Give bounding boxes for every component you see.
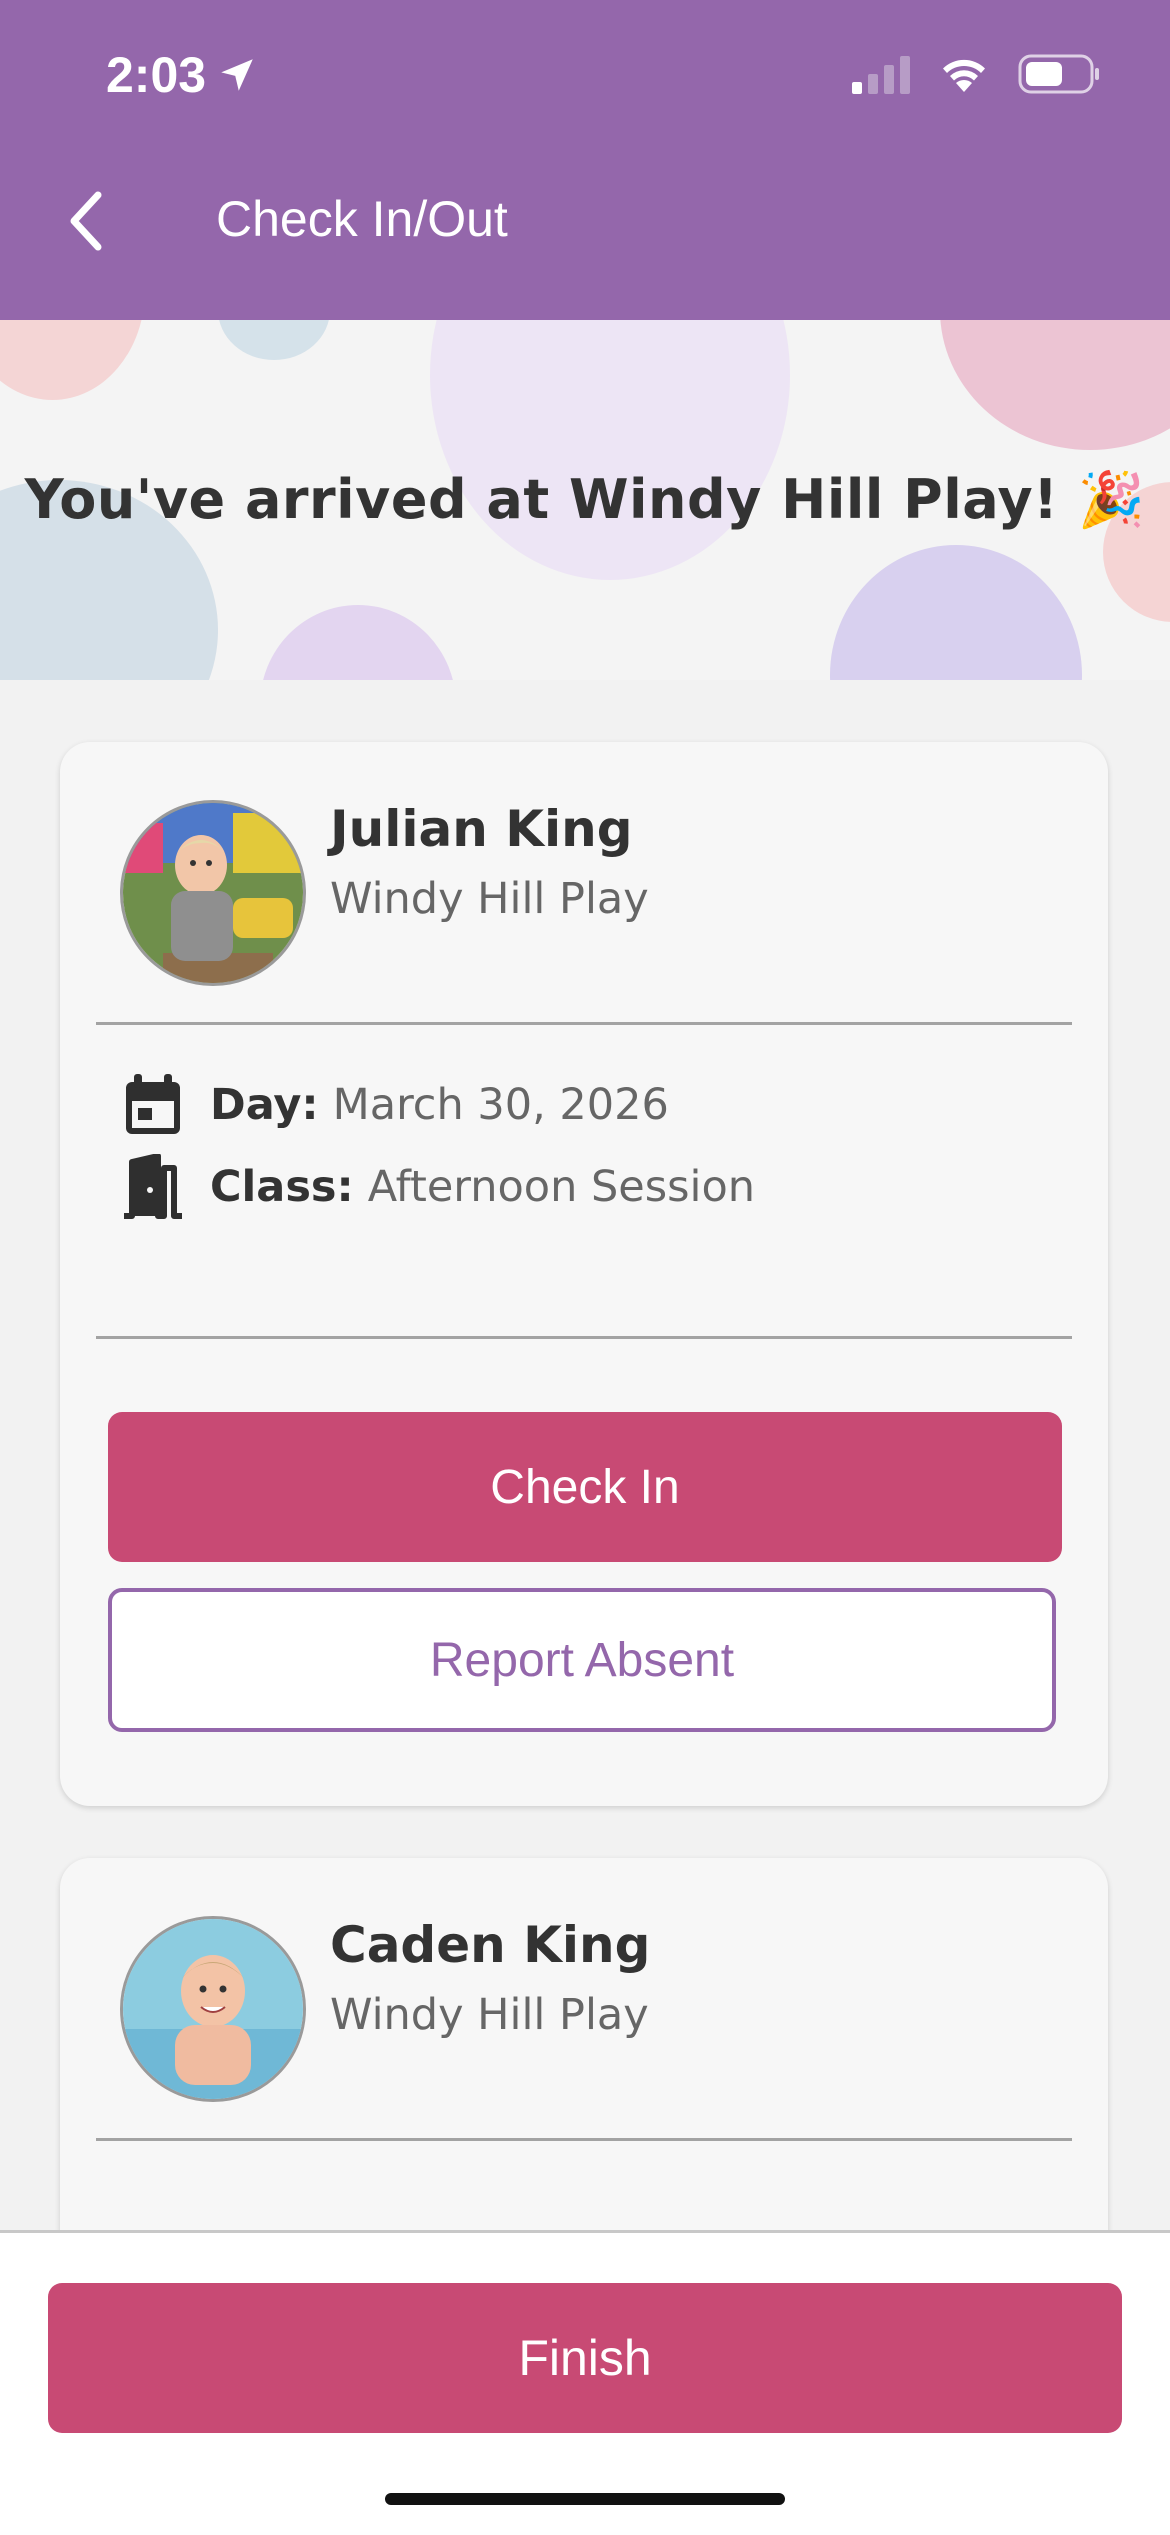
cellular-signal-icon [852, 56, 910, 94]
status-time: 2:03 [106, 46, 258, 104]
report-absent-button[interactable]: Report Absent [108, 1588, 1056, 1732]
arrival-banner: You've arrived at Windy Hill Play! 🎉 [0, 320, 1170, 680]
child-name: Julian King [330, 800, 633, 858]
door-icon [124, 1154, 182, 1219]
bottom-action-bar: Finish [0, 2230, 1170, 2535]
divider [96, 2138, 1072, 2141]
divider [96, 1336, 1072, 1339]
child-avatar [120, 800, 306, 986]
decor-bubble [218, 320, 330, 360]
child-avatar [120, 1916, 306, 2102]
child-photo-icon [123, 1919, 303, 2099]
home-indicator [385, 2493, 785, 2505]
status-time-text: 2:03 [106, 47, 207, 103]
class-value: Afternoon Session [367, 1162, 756, 1212]
decor-bubble [830, 545, 1082, 680]
divider [96, 1022, 1072, 1025]
day-row: Day: March 30, 2026 [120, 1074, 669, 1136]
finish-button[interactable]: Finish [48, 2283, 1122, 2433]
decor-bubble [940, 320, 1170, 450]
decor-bubble [430, 320, 790, 580]
class-label: Class: [210, 1162, 354, 1212]
status-icons [852, 54, 1100, 94]
decor-bubble [0, 320, 145, 400]
child-school: Windy Hill Play [330, 874, 649, 924]
child-school: Windy Hill Play [330, 1990, 649, 2040]
page-title: Check In/Out [216, 191, 508, 247]
app-header: 2:03 Check In/Out [0, 0, 1170, 320]
calendar-icon [126, 1074, 180, 1134]
wifi-icon [943, 59, 985, 92]
day-value: March 30, 2026 [332, 1080, 669, 1130]
chevron-left-icon [70, 191, 102, 251]
child-name: Caden King [330, 1916, 651, 1974]
arrival-message: You've arrived at Windy Hill Play! 🎉 [24, 468, 1146, 531]
child-card: Julian King Windy Hill Play Day: March 3… [60, 742, 1108, 1806]
check-in-button[interactable]: Check In [108, 1412, 1062, 1562]
battery-icon [1018, 54, 1099, 94]
back-button[interactable] [56, 186, 116, 256]
class-row: Class: Afternoon Session [120, 1154, 755, 1220]
decor-bubble [260, 605, 456, 680]
day-label: Day: [210, 1080, 319, 1130]
child-photo-icon [123, 803, 303, 983]
location-arrow-icon [221, 59, 253, 91]
